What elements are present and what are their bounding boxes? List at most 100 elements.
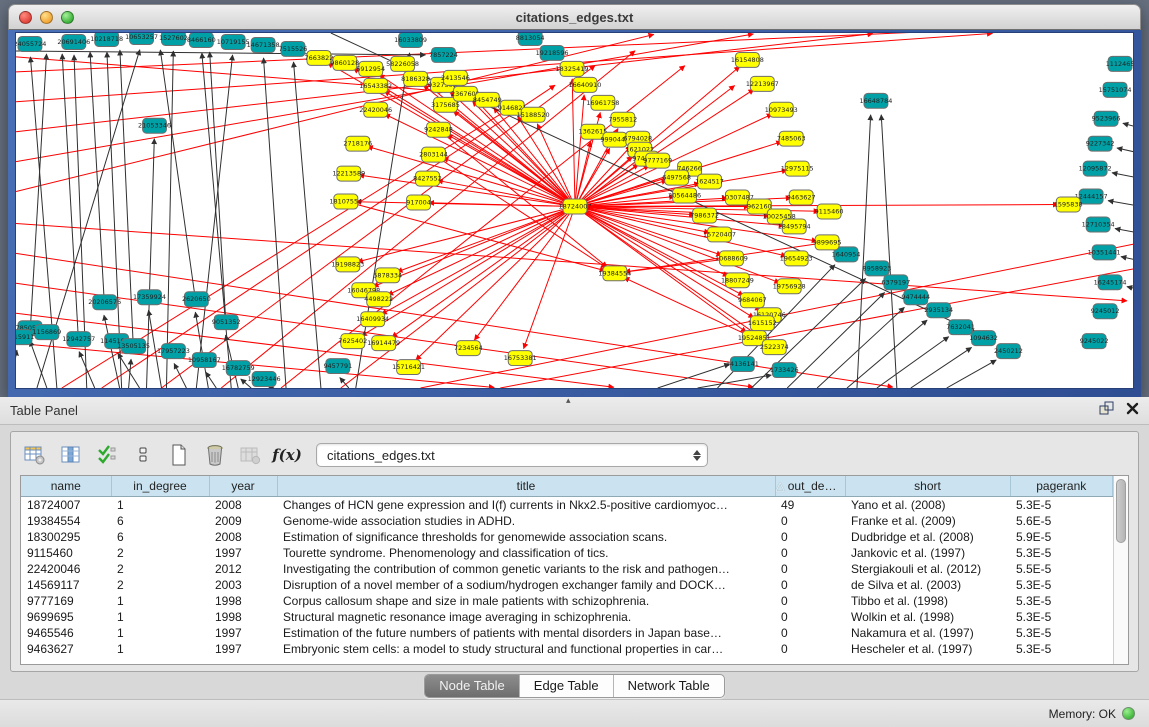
network-node[interactable]: 1112465 bbox=[1106, 56, 1133, 71]
network-node[interactable]: 4498222 bbox=[364, 292, 393, 307]
network-node[interactable]: 16543382 bbox=[359, 78, 392, 93]
network-node[interactable]: 9457791 bbox=[323, 359, 352, 374]
network-node[interactable]: 12095872 bbox=[1079, 161, 1112, 176]
network-node[interactable]: 18807249 bbox=[721, 273, 754, 288]
network-node[interactable]: 7234564 bbox=[454, 341, 483, 356]
table-row[interactable]: 977716911998Corpus callosum shape and si… bbox=[21, 593, 1113, 609]
delete-column-icon[interactable] bbox=[202, 442, 228, 468]
network-node[interactable]: 7986372 bbox=[690, 208, 719, 223]
network-node[interactable]: 2450212 bbox=[994, 344, 1023, 359]
table-row[interactable]: 969969511998Structural magnetic resonanc… bbox=[21, 609, 1113, 625]
network-node[interactable]: 5878334 bbox=[373, 268, 402, 283]
network-node[interactable]: 7955812 bbox=[608, 112, 637, 127]
network-node[interactable]: 917004 bbox=[406, 195, 431, 210]
network-node[interactable]: 1595838 bbox=[1054, 197, 1083, 212]
network-node[interactable]: 10958167 bbox=[188, 353, 221, 368]
network-node[interactable]: 18325419 bbox=[556, 61, 589, 76]
network-node[interactable]: 58226058 bbox=[386, 56, 419, 71]
network-node[interactable]: 2803144 bbox=[419, 147, 448, 162]
table-row[interactable]: 1872400712008Changes of HCN gene express… bbox=[21, 496, 1113, 513]
network-node[interactable]: 9860128 bbox=[330, 55, 359, 70]
tab-node-table[interactable]: Node Table bbox=[425, 675, 520, 697]
network-node[interactable]: 8427552 bbox=[413, 171, 442, 186]
network-node[interactable]: 9523966 bbox=[1092, 111, 1121, 126]
network-node[interactable]: 16961758 bbox=[586, 95, 619, 110]
network-node[interactable]: 19756928 bbox=[773, 279, 806, 294]
network-node[interactable]: 12942757 bbox=[62, 332, 95, 347]
create-column-icon[interactable] bbox=[166, 442, 192, 468]
network-canvas[interactable]: 2405572420691406102187181065325715276028… bbox=[15, 32, 1134, 389]
panel-resize-handle[interactable]: ▴ bbox=[566, 395, 571, 406]
network-node[interactable]: 12213589 bbox=[332, 166, 365, 181]
table-settings-icon[interactable] bbox=[22, 442, 48, 468]
network-node[interactable]: 7485063 bbox=[777, 131, 806, 146]
network-node[interactable]: 15751074 bbox=[1099, 82, 1132, 97]
network-node[interactable]: 7632041 bbox=[946, 320, 975, 335]
network-node[interactable]: 20206576 bbox=[88, 295, 121, 310]
network-node[interactable]: 7625402 bbox=[338, 334, 367, 349]
network-node[interactable]: 16409934 bbox=[356, 312, 389, 327]
network-node[interactable]: 12923446 bbox=[248, 372, 281, 387]
network-node[interactable]: 18724007 bbox=[559, 199, 592, 214]
network-node[interactable]: 14671358 bbox=[247, 37, 280, 52]
network-node[interactable]: 17359924 bbox=[133, 290, 166, 305]
close-window-button[interactable] bbox=[19, 11, 32, 24]
network-node[interactable]: 1156869 bbox=[32, 325, 61, 340]
network-node[interactable]: 16753381 bbox=[504, 351, 537, 366]
network-node[interactable]: 1733426 bbox=[770, 363, 799, 378]
network-node[interactable]: 18495794 bbox=[778, 219, 811, 234]
network-node[interactable]: 19654923 bbox=[780, 251, 813, 266]
network-node[interactable]: 5912954 bbox=[356, 61, 385, 76]
network-node[interactable]: 2522374 bbox=[760, 340, 789, 355]
column-header-year[interactable]: year bbox=[209, 476, 277, 496]
table-row[interactable]: 2242004622012Investigating the contribut… bbox=[21, 561, 1113, 577]
network-node[interactable]: 8813054 bbox=[516, 33, 545, 45]
network-node[interactable]: 16154808 bbox=[731, 52, 764, 67]
table-row[interactable]: 1456911722003Disruption of a novel membe… bbox=[21, 577, 1113, 593]
network-node[interactable]: 8466160 bbox=[187, 33, 216, 47]
network-node[interactable]: 20564486 bbox=[668, 188, 701, 203]
network-node[interactable]: 9463627 bbox=[787, 190, 816, 205]
tab-network-table[interactable]: Network Table bbox=[614, 675, 724, 697]
table-row[interactable]: 1830029562008Estimation of significance … bbox=[21, 529, 1113, 545]
zoom-window-button[interactable] bbox=[61, 11, 74, 24]
float-panel-icon[interactable] bbox=[1099, 401, 1114, 421]
network-node[interactable]: 1527602 bbox=[159, 33, 188, 45]
network-node[interactable]: 8958923 bbox=[863, 261, 892, 276]
network-node[interactable]: 24055724 bbox=[16, 36, 46, 51]
network-node[interactable]: 7663822 bbox=[305, 50, 334, 65]
network-node[interactable]: 9227342 bbox=[1086, 136, 1115, 151]
network-node[interactable]: 2413546 bbox=[441, 70, 470, 85]
network-node[interactable]: 9115460 bbox=[815, 204, 844, 219]
table-row[interactable]: 946554611997Estimation of the future num… bbox=[21, 625, 1113, 641]
network-node[interactable]: 9051352 bbox=[212, 315, 241, 330]
network-node[interactable]: 8186328 bbox=[401, 71, 430, 86]
table-row[interactable]: 946362711997Embryonic stem cells: a mode… bbox=[21, 641, 1113, 657]
rows-icon[interactable] bbox=[130, 442, 156, 468]
column-header-pagerank[interactable]: pagerank bbox=[1010, 476, 1113, 496]
table-panel-titlebar[interactable]: ▴ Table Panel bbox=[0, 397, 1149, 425]
tab-edge-table[interactable]: Edge Table bbox=[520, 675, 614, 697]
table-scrollbar-thumb[interactable] bbox=[1116, 479, 1126, 543]
network-node[interactable]: 19384554 bbox=[598, 266, 631, 281]
network-node[interactable]: 10973493 bbox=[765, 102, 798, 117]
network-node[interactable]: 2935134 bbox=[924, 303, 953, 318]
column-header-short[interactable]: short bbox=[845, 476, 1010, 496]
network-node[interactable]: 9245022 bbox=[1080, 334, 1109, 349]
network-node[interactable]: 18107554 bbox=[329, 194, 362, 209]
table-select-dropdown[interactable]: citations_edges.txt bbox=[316, 443, 708, 467]
network-node[interactable]: 7857224 bbox=[429, 47, 458, 62]
table-row[interactable]: 1938455462009Genome-wide association stu… bbox=[21, 513, 1113, 529]
network-node[interactable]: 1624517 bbox=[695, 174, 724, 189]
network-node[interactable]: 7515526 bbox=[279, 41, 308, 56]
network-node[interactable]: 21053346 bbox=[138, 118, 171, 133]
minimize-window-button[interactable] bbox=[40, 11, 53, 24]
table-scrollbar[interactable] bbox=[1113, 476, 1128, 664]
network-node[interactable]: 20691406 bbox=[57, 34, 90, 49]
select-columns-icon[interactable] bbox=[94, 442, 120, 468]
network-node[interactable]: 9474444 bbox=[901, 290, 930, 305]
network-node[interactable]: 12975115 bbox=[781, 161, 814, 176]
network-node[interactable]: 2620650 bbox=[182, 292, 211, 307]
table-row[interactable]: 911546021997Tourette syndrome. Phenomeno… bbox=[21, 545, 1113, 561]
network-node[interactable]: 10688609 bbox=[715, 251, 748, 266]
